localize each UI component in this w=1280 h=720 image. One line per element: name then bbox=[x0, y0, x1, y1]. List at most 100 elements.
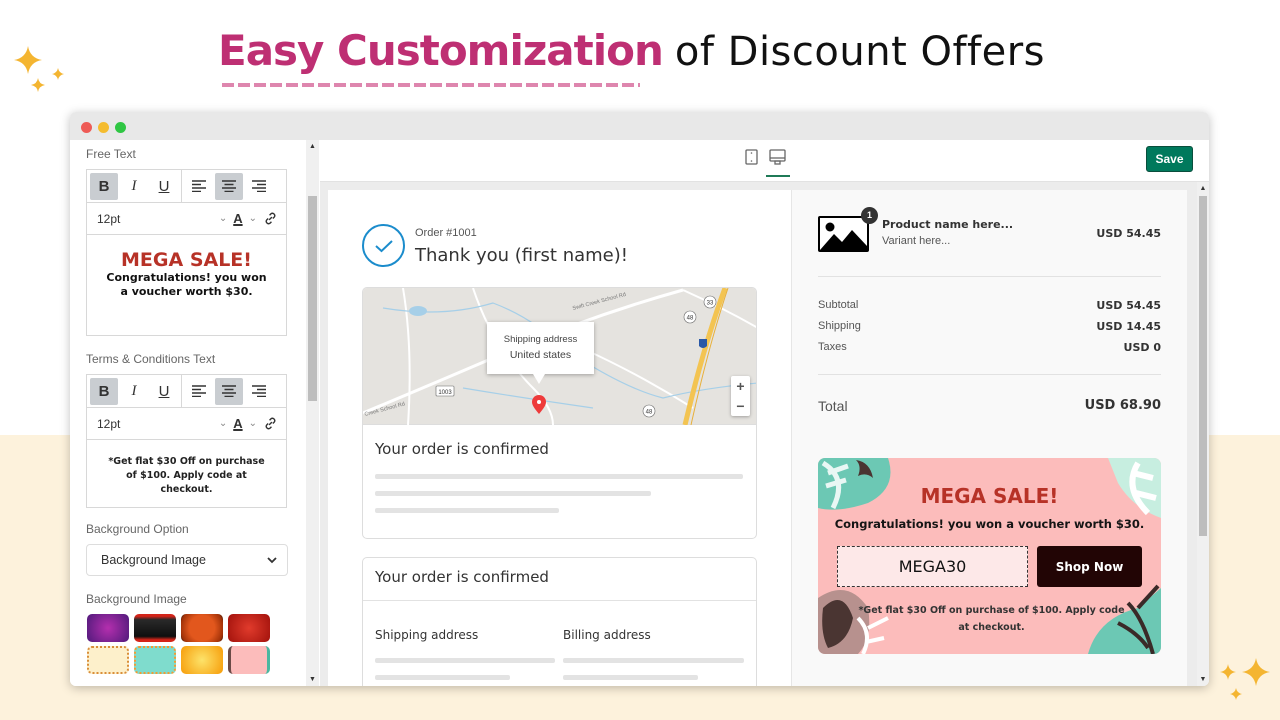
text-color-icon: A bbox=[233, 416, 243, 431]
chevron-down-icon: ⌄ bbox=[248, 213, 257, 224]
align-center-icon bbox=[222, 385, 236, 397]
bold-button[interactable]: B bbox=[90, 377, 118, 405]
tooltip-line-1: Shipping address bbox=[503, 334, 578, 345]
hero-heading-accent: Easy Customization bbox=[218, 26, 664, 75]
close-window-button[interactable] bbox=[81, 122, 92, 133]
preview-area: Save Order #1001 Thank you (first name)! bbox=[320, 140, 1209, 686]
free-text-heading: MEGA SALE! bbox=[121, 249, 252, 271]
map-zoom-out-button[interactable]: − bbox=[731, 396, 750, 416]
swatch-cream-leaves[interactable] bbox=[87, 646, 129, 674]
road-label-48b: 48 bbox=[646, 410, 653, 416]
map-pin-icon[interactable] bbox=[531, 395, 547, 415]
align-center-button[interactable] bbox=[215, 377, 243, 405]
minimize-window-button[interactable] bbox=[98, 122, 109, 133]
free-text-content[interactable]: MEGA SALE! Congratulations! you won a vo… bbox=[87, 235, 286, 335]
road-label-1003: 1003 bbox=[438, 390, 452, 396]
background-image-label: Background Image bbox=[86, 592, 187, 606]
shipping-address-label: Shipping address bbox=[375, 628, 479, 642]
align-center-button[interactable] bbox=[215, 172, 243, 200]
align-center-icon bbox=[222, 180, 236, 192]
discount-offer-banner: MEGA SALE! Congratulations! you won a vo… bbox=[818, 458, 1161, 654]
shop-now-button[interactable]: Shop Now bbox=[1037, 546, 1142, 587]
hero-heading: Easy Customization of Discount Offers bbox=[218, 26, 1045, 82]
chevron-down-icon[interactable]: ⌄ bbox=[219, 213, 227, 224]
italic-icon: I bbox=[131, 177, 137, 194]
road-label-48: 48 bbox=[687, 316, 694, 322]
link-icon[interactable] bbox=[263, 211, 278, 226]
swatch-yellow-radial[interactable] bbox=[181, 646, 223, 674]
scroll-up-arrow[interactable]: ▲ bbox=[1197, 185, 1209, 192]
italic-button[interactable]: I bbox=[120, 173, 148, 200]
chevron-down-icon[interactable]: ⌄ bbox=[219, 418, 227, 429]
order-summary: 1 Product name here... Variant here... U… bbox=[792, 190, 1187, 686]
bold-button[interactable]: B bbox=[90, 172, 118, 200]
total-label: Total bbox=[818, 398, 848, 414]
font-size-select[interactable]: 12pt bbox=[97, 417, 213, 431]
italic-button[interactable]: I bbox=[120, 378, 148, 405]
quantity-badge: 1 bbox=[861, 207, 878, 224]
divider bbox=[818, 276, 1161, 277]
align-left-icon bbox=[192, 180, 206, 192]
shipping-map[interactable]: 1003 33 48 48 Swift Creek School Rd Cree… bbox=[363, 288, 756, 425]
product-variant: Variant here... bbox=[882, 235, 951, 247]
settings-panel: Free Text B I U 12pt ⌄ A ⌄ MEGA SALE! Co… bbox=[70, 140, 306, 686]
desktop-view-icon[interactable] bbox=[769, 149, 786, 166]
mobile-view-icon[interactable] bbox=[745, 149, 758, 165]
order-confirmed-card: 1003 33 48 48 Swift Creek School Rd Cree… bbox=[362, 287, 757, 539]
background-option-label: Background Option bbox=[86, 522, 189, 536]
road-label-33: 33 bbox=[707, 301, 714, 307]
align-right-button[interactable] bbox=[245, 173, 273, 200]
settings-scrollbar-thumb[interactable] bbox=[308, 196, 317, 401]
underline-icon: U bbox=[158, 177, 170, 195]
align-right-button[interactable] bbox=[245, 378, 273, 405]
swatch-black-red[interactable] bbox=[134, 614, 176, 642]
font-size-select[interactable]: 12pt bbox=[97, 212, 213, 226]
placeholder-line bbox=[563, 658, 744, 663]
italic-icon: I bbox=[131, 382, 137, 399]
background-image-grid bbox=[87, 614, 270, 674]
preview-toolbar: Save bbox=[320, 140, 1209, 182]
free-text-editor: B I U 12pt ⌄ A ⌄ MEGA SALE! Congratulati… bbox=[86, 169, 287, 336]
terms-text-body: *Get flat $30 Off on purchase of $100. A… bbox=[108, 456, 265, 495]
link-icon[interactable] bbox=[263, 416, 278, 431]
coupon-code[interactable]: MEGA30 bbox=[837, 546, 1028, 587]
text-color-button[interactable]: A ⌄ bbox=[233, 416, 263, 431]
scroll-down-arrow[interactable]: ▼ bbox=[1197, 676, 1209, 683]
terms-text-content[interactable]: *Get flat $30 Off on purchase of $100. A… bbox=[87, 440, 286, 507]
swatch-orange-grunge[interactable] bbox=[181, 614, 223, 642]
map-zoom-in-button[interactable]: + bbox=[731, 376, 750, 396]
align-left-button[interactable] bbox=[185, 378, 213, 405]
product-image-icon bbox=[818, 216, 869, 252]
taxes-label: Taxes bbox=[818, 341, 847, 353]
terms-text-editor: B I U 12pt ⌄ A ⌄ *Get flat $30 Off on pu… bbox=[86, 374, 287, 508]
swatch-purple-radial[interactable] bbox=[87, 614, 129, 642]
swatch-pink-tropical[interactable] bbox=[228, 646, 270, 674]
billing-address-label: Billing address bbox=[563, 628, 651, 642]
terms-text-label: Terms & Conditions Text bbox=[86, 352, 216, 366]
sparkle-icon-left bbox=[14, 46, 64, 92]
underline-button[interactable]: U bbox=[150, 173, 178, 200]
divider bbox=[363, 600, 756, 601]
align-left-button[interactable] bbox=[185, 173, 213, 200]
preview-scrollbar-thumb[interactable] bbox=[1199, 196, 1207, 536]
shipping-value: USD 14.45 bbox=[1096, 320, 1161, 333]
maximize-window-button[interactable] bbox=[115, 122, 126, 133]
save-button[interactable]: Save bbox=[1146, 146, 1193, 172]
app-window: Free Text B I U 12pt ⌄ A ⌄ MEGA SALE! Co… bbox=[70, 112, 1209, 686]
text-color-button[interactable]: A ⌄ bbox=[233, 211, 263, 226]
swatch-red-radial[interactable] bbox=[228, 614, 270, 642]
thank-you-page-preview: Order #1001 Thank you (first name)! 1003… bbox=[328, 190, 1187, 686]
preview-scrollbar[interactable]: ▲ ▼ bbox=[1197, 182, 1209, 686]
taxes-value: USD 0 bbox=[1123, 341, 1161, 354]
free-text-label: Free Text bbox=[86, 147, 136, 161]
scroll-up-arrow[interactable]: ▲ bbox=[306, 143, 319, 150]
scroll-down-arrow[interactable]: ▼ bbox=[306, 676, 319, 683]
map-zoom-control: + − bbox=[731, 376, 750, 416]
window-titlebar bbox=[70, 112, 1209, 140]
settings-scrollbar[interactable]: ▲ ▼ bbox=[306, 140, 319, 686]
underline-button[interactable]: U bbox=[150, 378, 178, 405]
text-color-icon: A bbox=[233, 211, 243, 226]
swatch-teal-fruits[interactable] bbox=[134, 646, 176, 674]
background-option-select[interactable]: Background Image bbox=[86, 544, 288, 576]
underline-icon: U bbox=[158, 382, 170, 400]
